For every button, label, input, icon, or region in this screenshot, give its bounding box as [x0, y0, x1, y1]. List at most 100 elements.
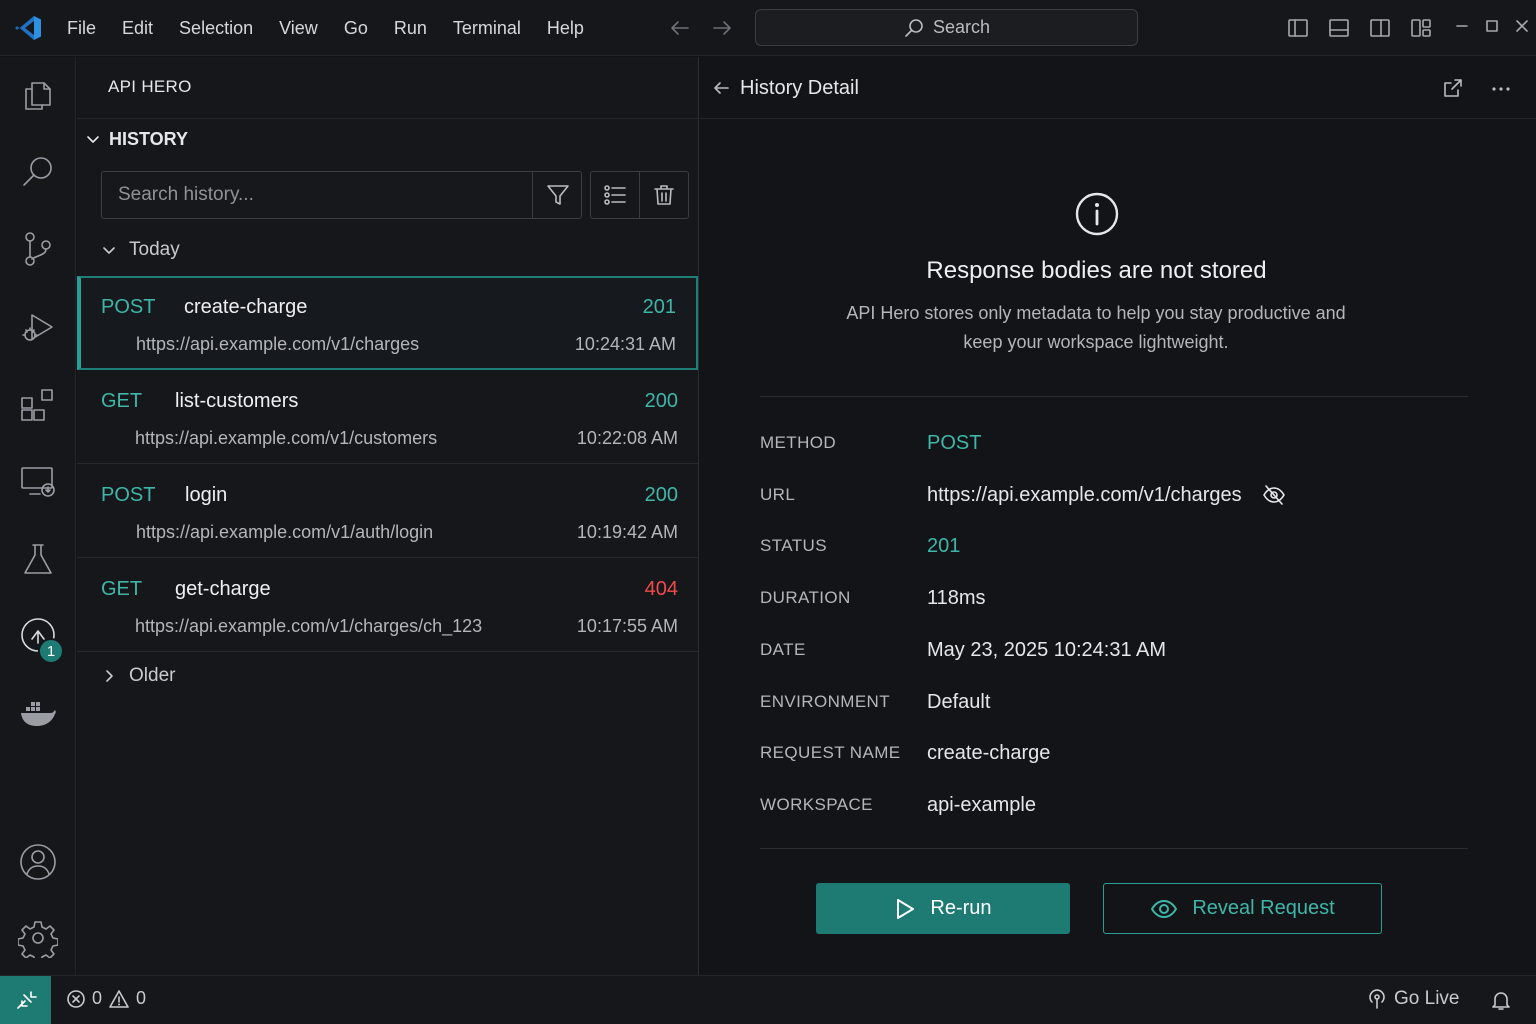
remote-indicator[interactable]: [0, 976, 51, 1024]
source-control-icon[interactable]: [18, 229, 58, 269]
eye-icon: [1151, 899, 1178, 918]
item-url: https://api.example.com/v1/charges: [136, 334, 420, 354]
field-method: METHOD POST: [760, 428, 1468, 458]
back-arrow-icon[interactable]: [668, 16, 692, 40]
more-actions-icon[interactable]: [1490, 79, 1512, 99]
history-toolbar: [590, 171, 689, 219]
history-section-header[interactable]: HISTORY: [85, 126, 188, 152]
sidebar-divider: [77, 118, 698, 119]
history-detail-panel: History Detail Response bodies are not s…: [700, 57, 1536, 975]
menu-bar: File Edit Selection View Go Run Terminal…: [54, 0, 597, 56]
item-name: create-charge: [184, 296, 308, 318]
maximize-icon[interactable]: [1484, 18, 1500, 34]
title-bar: File Edit Selection View Go Run Terminal…: [0, 0, 1536, 56]
sidebar-title: API HERO: [108, 77, 192, 96]
field-value: 201: [927, 534, 961, 557]
field-workspace: WORKSPACE api-example: [760, 790, 1468, 820]
rerun-button[interactable]: Re-run: [816, 883, 1070, 934]
history-item[interactable]: GET get-charge 404 https://api.example.c…: [77, 558, 698, 652]
history-item[interactable]: POST create-charge 201 https://api.examp…: [77, 276, 698, 370]
field-value: POST: [927, 431, 982, 454]
field-value[interactable]: https://api.example.com/v1/charges: [927, 484, 1242, 507]
group-older-header[interactable]: Older: [101, 665, 175, 687]
menu-help[interactable]: Help: [534, 18, 597, 39]
customize-layout-icon[interactable]: [1409, 16, 1433, 40]
open-external-icon[interactable]: [1442, 77, 1464, 99]
item-status: 200: [644, 390, 678, 412]
menu-terminal[interactable]: Terminal: [440, 18, 534, 39]
rerun-label: Re-run: [930, 897, 992, 919]
notice-text: API Hero stores only metadata to help yo…: [846, 303, 1346, 352]
field-value: Default: [927, 690, 991, 713]
extensions-icon[interactable]: [18, 384, 58, 424]
clear-history-button[interactable]: [640, 172, 688, 218]
field-value-wrap: https://api.example.com/v1/charges: [927, 484, 1286, 507]
info-icon: [1075, 192, 1119, 236]
group-today-header[interactable]: Today: [101, 239, 180, 261]
history-section-title: HISTORY: [109, 128, 189, 149]
problems-indicator[interactable]: 0 0: [66, 988, 146, 1009]
item-name: get-charge: [175, 578, 271, 600]
menu-selection[interactable]: Selection: [166, 18, 266, 39]
field-value: 118ms: [927, 586, 986, 609]
chevron-down-icon: [87, 136, 99, 143]
remote-explorer-icon[interactable]: [18, 462, 58, 502]
status-bar: 0 0 Go Live: [0, 975, 1536, 1024]
settings-gear-icon[interactable]: [18, 918, 58, 958]
explorer-icon[interactable]: [18, 75, 58, 115]
testing-icon[interactable]: [18, 539, 58, 579]
menu-edit[interactable]: Edit: [109, 18, 166, 39]
chevron-down-icon: [103, 247, 115, 254]
history-search-box: [101, 171, 582, 219]
notifications-bell-icon[interactable]: [1490, 989, 1512, 1011]
navigation-arrows: [668, 16, 734, 40]
item-url: https://api.example.com/v1/charges/ch_12…: [135, 616, 483, 636]
item-method: POST: [101, 484, 156, 506]
reveal-request-label: Reveal Request: [1192, 897, 1335, 919]
toggle-primary-sidebar-icon[interactable]: [1286, 16, 1310, 40]
eye-off-icon[interactable]: [1262, 484, 1286, 506]
command-center-search[interactable]: Search: [755, 9, 1138, 46]
toggle-secondary-sidebar-icon[interactable]: [1368, 16, 1392, 40]
history-search-input[interactable]: [102, 172, 532, 218]
menu-file[interactable]: File: [54, 18, 109, 39]
toggle-panel-icon[interactable]: [1327, 16, 1351, 40]
search-icon[interactable]: [18, 152, 58, 192]
run-debug-icon[interactable]: [18, 307, 58, 347]
menu-go[interactable]: Go: [331, 18, 381, 39]
list-view-button[interactable]: [591, 172, 640, 218]
item-url: https://api.example.com/v1/auth/login: [136, 522, 434, 542]
field-request-name: REQUEST NAME create-charge: [760, 738, 1468, 768]
list-filter-icon: [604, 185, 626, 205]
activity-bar: 1: [0, 57, 76, 975]
accounts-icon[interactable]: [18, 842, 58, 882]
search-label: Search: [932, 17, 991, 37]
detail-title: History Detail: [740, 77, 859, 99]
field-label: METHOD: [760, 433, 837, 452]
menu-view[interactable]: View: [266, 18, 331, 39]
menu-run[interactable]: Run: [381, 18, 440, 39]
detail-divider: [760, 848, 1468, 849]
group-older-label: Older: [129, 665, 176, 686]
vscode-logo-icon: [15, 16, 41, 40]
back-arrow-icon[interactable]: [712, 79, 730, 97]
field-value: api-example: [927, 793, 1036, 816]
history-item[interactable]: GET list-customers 200 https://api.examp…: [77, 370, 698, 464]
history-item[interactable]: POST login 200 https://api.example.com/v…: [77, 464, 698, 558]
broadcast-icon: [1369, 989, 1385, 1009]
field-label: WORKSPACE: [760, 795, 873, 814]
forward-arrow-icon[interactable]: [710, 16, 734, 40]
go-live-button[interactable]: Go Live: [1366, 988, 1459, 1010]
go-live-label: Go Live: [1394, 988, 1460, 1009]
warning-icon: [109, 989, 129, 1008]
reveal-request-button[interactable]: Reveal Request: [1103, 883, 1382, 934]
close-icon[interactable]: [1514, 18, 1530, 34]
field-environment: ENVIRONMENT Default: [760, 687, 1468, 717]
item-method: GET: [101, 390, 143, 412]
error-count: 0: [92, 988, 103, 1008]
notice-title: Response bodies are not stored: [926, 257, 1267, 284]
docker-icon[interactable]: [18, 693, 58, 733]
minimize-icon[interactable]: [1454, 18, 1470, 34]
item-method: POST: [101, 296, 156, 318]
filter-button[interactable]: [532, 172, 582, 218]
